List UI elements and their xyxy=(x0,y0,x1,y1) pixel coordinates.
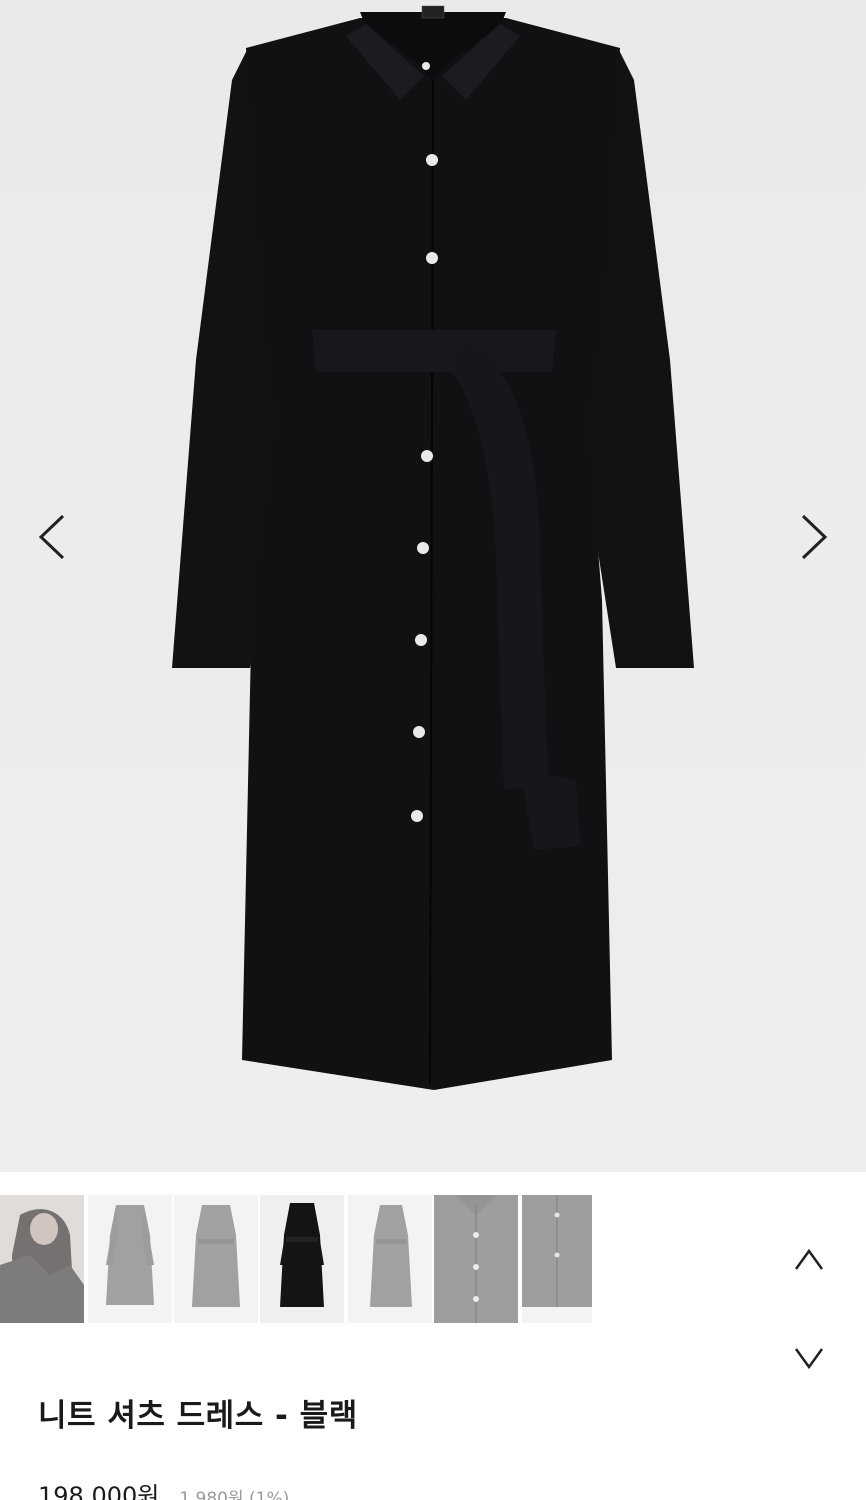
thumbnail-image xyxy=(106,1205,154,1305)
next-image-button[interactable] xyxy=(784,505,844,569)
thumbnail-detail-buttons[interactable] xyxy=(434,1195,518,1323)
thumbnail-coat-side[interactable] xyxy=(348,1195,432,1323)
thumbnail-coat-front[interactable] xyxy=(88,1195,172,1323)
price-row: 198,000원 1,980원 (1%) xyxy=(38,1476,289,1500)
product-page: 니트 셔츠 드레스 - 블랙 198,000원 1,980원 (1%) xyxy=(0,0,866,1500)
thumbnail-image xyxy=(192,1205,240,1307)
thumbnail-image xyxy=(370,1205,412,1307)
reward-points: 1,980원 (1%) xyxy=(179,1489,290,1500)
thumbnail-scroll-up-button[interactable] xyxy=(781,1236,837,1284)
chevron-left-icon xyxy=(38,514,65,560)
chevron-up-icon xyxy=(794,1249,824,1270)
product-price: 198,000원 xyxy=(38,1482,160,1500)
chevron-down-icon xyxy=(794,1348,824,1369)
thumbnail-coat-black-belted[interactable] xyxy=(260,1195,344,1323)
thumbnail-scroll-down-button[interactable] xyxy=(781,1334,837,1382)
product-title: 니트 셔츠 드레스 - 블랙 xyxy=(38,1398,358,1434)
thumbnail-model-photo[interactable] xyxy=(0,1195,84,1323)
thumbnail-strip xyxy=(0,1195,620,1323)
thumbnail-image xyxy=(434,1195,518,1323)
thumbnail-image xyxy=(260,1195,344,1323)
product-main-image xyxy=(172,5,694,1090)
product-image-viewer[interactable] xyxy=(0,0,866,1172)
thumbnail-detail-hem[interactable] xyxy=(522,1195,592,1323)
thumbnail-image xyxy=(0,1195,84,1323)
previous-image-button[interactable] xyxy=(22,505,82,569)
thumbnail-image xyxy=(522,1195,592,1307)
thumbnail-coat-front-belted[interactable] xyxy=(174,1195,258,1323)
chevron-right-icon xyxy=(801,514,828,560)
